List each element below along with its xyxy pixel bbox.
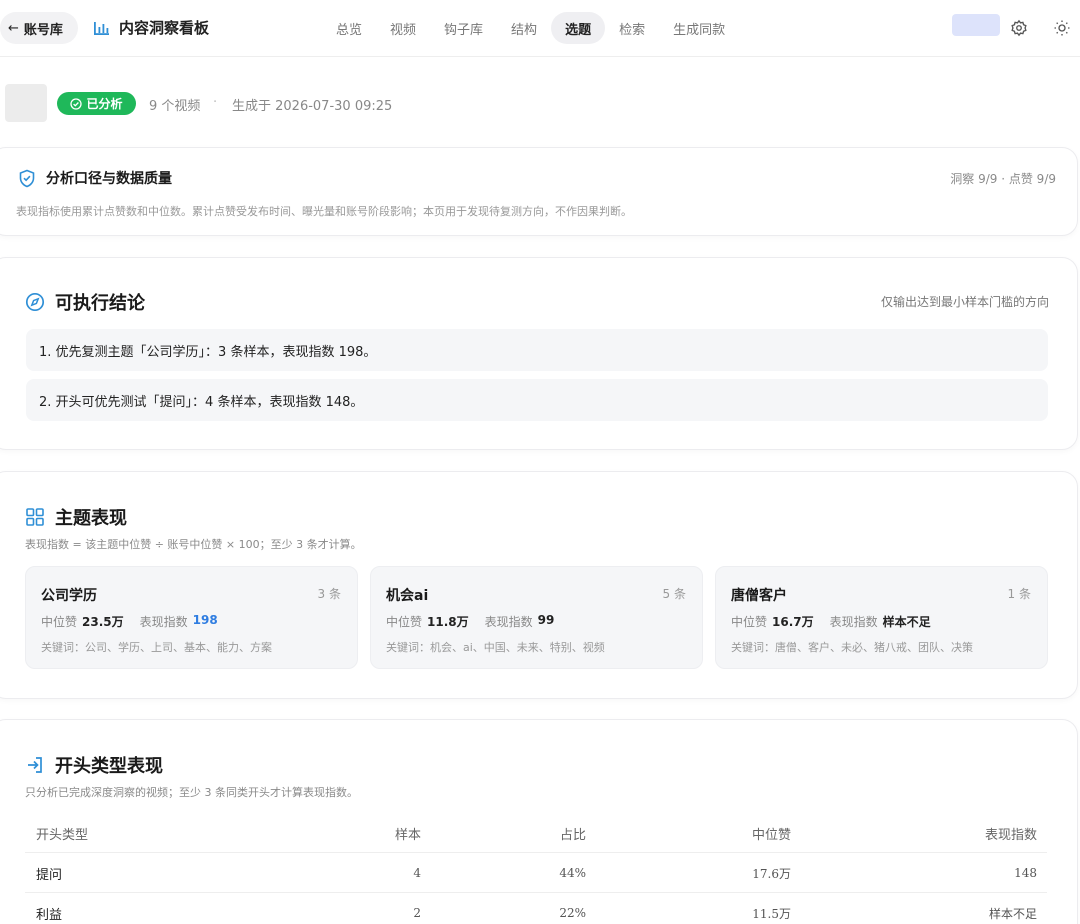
conclusions-title: 可执行结论 [25, 289, 145, 315]
conclusions-note: 仅输出达到最小样本门槛的方向 [880, 295, 1049, 309]
coverage-stat: 洞察 9/9 · 点赞 9/9 [950, 172, 1056, 186]
index-label: 表现指数 [139, 615, 188, 629]
generated-time: 生成于 2026-07-30 09:25 [232, 99, 393, 114]
data-quality-description: 表现指标使用累计点赞数和中位数。累计点赞受发布时间、曝光量和账号阶段影响；本页用… [16, 205, 632, 218]
opening-type-title-text: 开头类型表现 [55, 756, 163, 777]
topic-keywords: 关键词：唐僧、客户、未必、猪八戒、团队、决策 [731, 641, 973, 654]
status-badge: 已分析 [57, 92, 136, 115]
column-header: 中位赞 [751, 827, 791, 843]
topic-stats: 中位赞 16.7万 表现指数 样本不足 [731, 613, 947, 630]
sun-theme-icon[interactable] [1051, 17, 1073, 39]
data-quality-title-text: 分析口径与数据质量 [46, 171, 172, 187]
status-badge-label: 已分析 [86, 97, 123, 111]
topic-card[interactable]: 公司学历 3 条 中位赞 23.5万 表现指数 198 关键词：公司、学历、上司、基… [25, 566, 358, 669]
app-title-text: 内容洞察看板 [119, 19, 210, 37]
sign-in-arrow-icon [28, 757, 42, 773]
column-header: 占比 [559, 827, 586, 843]
app-title: 内容洞察看板 [93, 17, 209, 38]
tab-search[interactable]: 检索 [605, 12, 659, 44]
topic-performance-title-text: 主题表现 [55, 508, 127, 529]
conclusions-card: 可执行结论 仅输出达到最小样本门槛的方向 1. 优先复测主题「公司学历」：3 条… [0, 257, 1078, 450]
opening-type-title: 开头类型表现 [25, 752, 163, 778]
median-likes-cell: 17.6万 [752, 866, 791, 881]
median-likes-label: 中位赞 [731, 615, 768, 629]
back-to-account-library-button[interactable]: ← 账号库 [0, 12, 78, 44]
median-likes-value: 23.5万 [82, 615, 124, 629]
conclusion-item: 2. 开头可优先测试「提问」：4 条样本，表现指数 148。 [26, 379, 1048, 421]
topic-stats: 中位赞 11.8万 表现指数 99 [386, 613, 570, 630]
topic-stats: 中位赞 23.5万 表现指数 198 [41, 613, 234, 630]
sample-cell: 2 [413, 906, 421, 920]
settings-gear-icon[interactable] [1008, 17, 1030, 39]
column-header: 样本 [394, 827, 421, 843]
check-circle-icon [70, 97, 83, 110]
shield-check-icon [19, 169, 35, 187]
data-quality-title: 分析口径与数据质量 [18, 168, 172, 188]
topic-card[interactable]: 机会ai 5 条 中位赞 11.8万 表现指数 99 关键词：机会、ai、中国、未来… [370, 566, 703, 669]
tab-overview[interactable]: 总览 [322, 12, 376, 44]
arrow-left-icon: ← [8, 20, 19, 36]
table-row: 利益 2 22% 11.5万 样本不足 [25, 893, 1047, 924]
topic-name: 唐僧客户 [731, 588, 787, 604]
tab-topics[interactable]: 选题 [551, 12, 606, 44]
account-thumbnail [5, 84, 47, 122]
median-likes-cell: 11.5万 [752, 906, 791, 921]
meta-separator: · [213, 95, 218, 110]
table-header-row: 开头类型 样本 占比 中位赞 表现指数 [25, 813, 1047, 853]
median-likes-label: 中位赞 [41, 615, 78, 629]
main-nav: 总览 视频 钩子库 结构 选题 检索 生成同款 [322, 12, 739, 44]
table-row: 提问 4 44% 17.6万 148 [25, 853, 1047, 893]
tab-structure[interactable]: 结构 [497, 12, 551, 44]
top-bar: ← 账号库 内容洞察看板 总览 视频 钩子库 结构 选题 检索 生成同款 [0, 0, 1080, 57]
median-likes-value: 16.7万 [772, 615, 814, 629]
back-button-label: 账号库 [23, 22, 63, 38]
video-count: 9 个视频 [149, 99, 201, 114]
topic-performance-description: 表现指数 = 该主题中位赞 ÷ 账号中位赞 × 100；至少 3 条才计算。 [25, 538, 362, 551]
topic-performance-title: 主题表现 [25, 504, 127, 530]
topic-sample-count: 1 条 [1007, 587, 1031, 601]
data-quality-card: 分析口径与数据质量 洞察 9/9 · 点赞 9/9 表现指标使用累计点赞数和中位… [0, 147, 1078, 236]
share-cell: 44% [559, 866, 586, 880]
topic-sample-count: 5 条 [662, 587, 686, 601]
median-likes-value: 11.8万 [427, 615, 469, 629]
topic-keywords: 关键词：机会、ai、中国、未来、特别、视频 [386, 641, 605, 654]
performance-index-cell: 148 [1014, 866, 1037, 880]
column-header: 表现指数 [984, 827, 1037, 843]
performance-index-value: 99 [537, 613, 555, 627]
performance-index-cell: 样本不足 [988, 906, 1037, 921]
conclusions-title-text: 可执行结论 [55, 293, 145, 314]
opening-type-table: 开头类型 样本 占比 中位赞 表现指数 提问 4 44% 17.6万 148 利… [25, 813, 1047, 924]
topic-name: 机会ai [386, 588, 429, 604]
opening-type-description: 只分析已完成深度洞察的视频；至少 3 条同类开头才计算表现指数。 [25, 786, 358, 799]
topic-sample-count: 3 条 [317, 587, 341, 601]
conclusion-item: 1. 优先复测主题「公司学历」：3 条样本，表现指数 198。 [26, 329, 1048, 371]
opening-type-cell: 利益 [36, 907, 63, 923]
performance-index-value: 样本不足 [882, 615, 931, 629]
compass-icon [25, 292, 45, 312]
column-header: 开头类型 [36, 827, 89, 843]
sample-cell: 4 [413, 866, 421, 880]
performance-index-value: 198 [192, 613, 218, 627]
avatar[interactable] [952, 14, 1000, 36]
index-label: 表现指数 [484, 615, 533, 629]
tab-videos[interactable]: 视频 [376, 12, 430, 44]
tab-hooks[interactable]: 钩子库 [430, 12, 497, 44]
index-label: 表现指数 [829, 615, 878, 629]
topic-keywords: 关键词：公司、学历、上司、基本、能力、方案 [41, 641, 272, 654]
grid-icon [26, 508, 44, 526]
opening-type-cell: 提问 [36, 867, 63, 883]
tab-generate[interactable]: 生成同款 [659, 12, 739, 44]
median-likes-label: 中位赞 [386, 615, 423, 629]
topic-card[interactable]: 唐僧客户 1 条 中位赞 16.7万 表现指数 样本不足 关键词：唐僧、客户、未必、… [715, 566, 1048, 669]
topic-name: 公司学历 [41, 588, 97, 604]
bar-chart-icon [94, 21, 109, 35]
share-cell: 22% [559, 906, 586, 920]
